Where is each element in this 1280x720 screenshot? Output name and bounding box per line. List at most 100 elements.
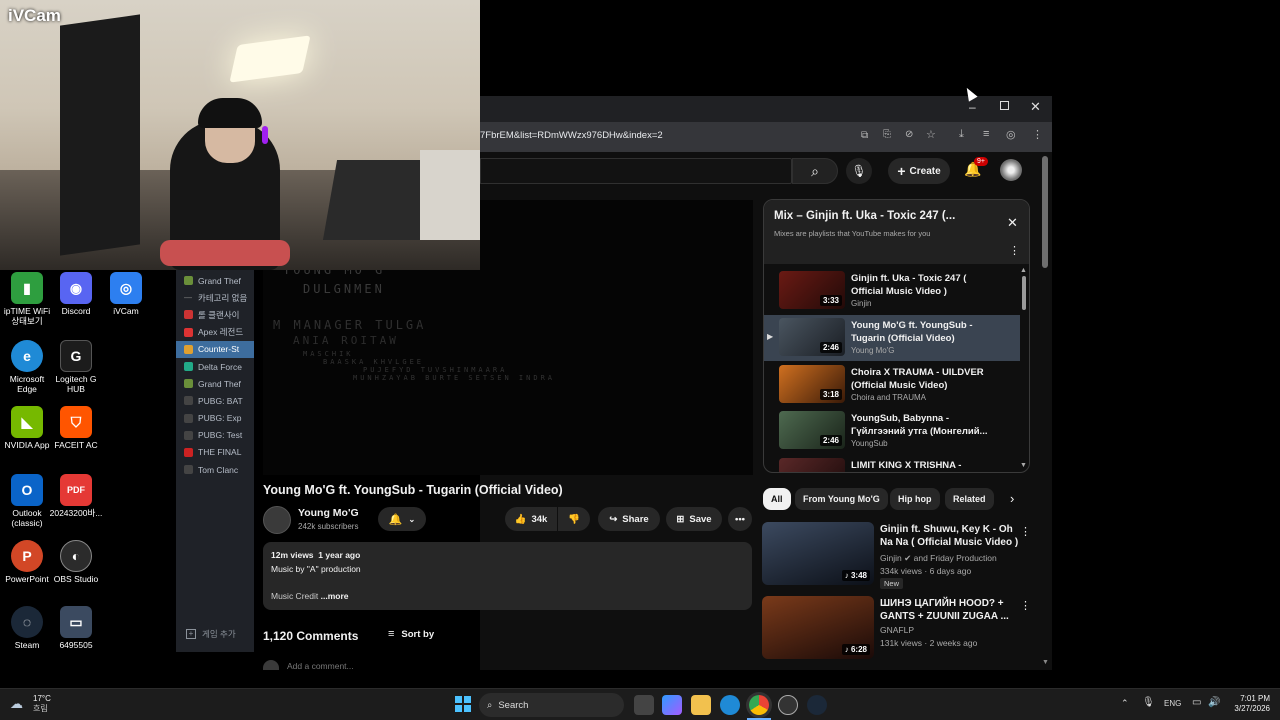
desktop-icon-steam[interactable]: ◌ Steam [0,606,54,651]
browser-menu-icon[interactable]: ⋮ [1032,128,1043,141]
like-button[interactable]: 👍 34k [505,507,557,531]
playlist-item-current[interactable]: ▶ 2:46 Young Mo'G ft. YoungSub - Tugarin… [764,315,1020,361]
share-icon: ↪ [609,513,618,525]
desktop-icon-obs[interactable]: ◐ OBS Studio [49,540,103,585]
playlist-item[interactable]: 3:33 Ginjin ft. Uka - Toxic 247 ( Offici… [764,268,1020,314]
show-more-link[interactable]: ...more [321,591,349,601]
eye-off-icon[interactable]: ⊘ [905,129,913,140]
profile-icon[interactable]: ◎ [1006,128,1016,141]
steam-game-item[interactable]: Grand Thef [176,375,254,392]
desktop-icon-faceit[interactable]: ⛉ FACEIT AC [49,406,103,451]
scroll-up-arrow[interactable]: ▲ [1020,267,1027,274]
steam-game-item[interactable]: THE FINAL [176,444,254,461]
playlist-scrollbar[interactable] [1022,276,1026,310]
page-scrollbar[interactable] [1042,156,1048,268]
chip-from-channel[interactable]: From Young Mo'G [795,488,888,510]
steam-game-item[interactable]: Grand Thef [176,272,254,289]
file-icon: ▭ [60,606,92,638]
steam-game-item[interactable]: 롤 클랜사이 [176,306,254,323]
search-input[interactable] [480,158,792,184]
ivcam-watermark: iVCam [8,6,61,25]
close-button[interactable]: ✕ [1030,99,1041,115]
desktop-icon-iptime[interactable]: ▮ ipTIME WiFi 상태보기 [0,272,54,327]
microphone-icon[interactable]: 🎙 [1142,697,1155,708]
steam-game-item[interactable]: PUBG: Exp [176,410,254,427]
desktop-icon-ghub[interactable]: G Logitech G HUB [49,340,103,395]
steam-game-item[interactable]: Tom Clanc [176,461,254,478]
file-explorer-icon[interactable] [691,695,711,715]
translate-icon[interactable]: ⧉ [861,130,868,141]
scroll-down-arrow[interactable]: ▼ [1020,462,1027,469]
chip-all[interactable]: All [763,488,791,510]
more-actions-button[interactable]: ••• [728,507,752,531]
channel-name[interactable]: Young Mo'G [298,507,359,519]
copilot-icon[interactable] [662,695,682,715]
media-control-icon[interactable]: ≡ [983,128,989,140]
rec-menu-button[interactable]: ⋮ [1020,599,1031,612]
edge-icon[interactable] [720,695,740,715]
desktop-icon-powerpoint[interactable]: P PowerPoint [0,540,54,585]
volume-icon[interactable]: 🔊 [1208,697,1220,708]
rec-menu-button[interactable]: ⋮ [1020,525,1031,538]
search-icon: ⌕ [487,699,493,711]
chrome-icon[interactable] [749,695,769,715]
chevron-up-icon[interactable]: ⌃ [1121,698,1129,709]
recommendation-item[interactable]: ♪ 3:48 Ginjin ft. Shuwu, Key K - Oh Na N… [762,522,1042,590]
network-icon[interactable]: ▭ [1192,697,1201,708]
add-game-button[interactable]: + 게임 추가 [186,628,236,640]
add-comment-input[interactable]: Add a comment... [287,661,354,670]
description-box[interactable]: 12m views 1 year ago Music by "A" produc… [263,542,752,610]
weather-widget[interactable]: 17°C 흐림 [33,694,51,714]
task-view-icon[interactable] [634,695,654,715]
avatar[interactable] [1000,159,1022,181]
desktop-icon-ivcam[interactable]: ◎ iVCam [99,272,153,317]
close-playlist-button[interactable]: ✕ [1007,215,1018,231]
playlist-menu-button[interactable]: ⋮ [1009,244,1020,257]
subscribed-button[interactable]: 🔔 ⌄ [378,507,426,531]
obs-icon[interactable] [778,695,798,715]
minimize-button[interactable]: – [969,100,976,114]
steam-icon[interactable] [807,695,827,715]
desktop-icon-edge[interactable]: e Microsoft Edge [0,340,54,395]
more-vertical-icon: ⋮ [1009,245,1020,257]
steam-category-header[interactable]: — 카테고리 없음 [176,289,254,306]
steam-game-item[interactable]: Apex 레전드 [176,324,254,341]
channel-avatar[interactable] [263,506,291,534]
steam-game-item[interactable]: PUBG: Test [176,427,254,444]
chip-hip-hop[interactable]: Hip hop [890,488,940,510]
search-button[interactable]: ⌕ [792,158,838,184]
save-button[interactable]: ⊞ Save [666,507,722,531]
desktop-icon-discord[interactable]: ◉ Discord [49,272,103,317]
clock[interactable]: 7:01 PM 3/27/2026 [1228,694,1270,714]
voice-search-button[interactable]: 🎙 [846,158,872,184]
share-button[interactable]: ↪ Share [598,507,660,531]
chevron-down-icon: ⌄ [408,514,416,524]
pdf-icon: PDF [60,474,92,506]
page-scroll-down-arrow[interactable]: ▼ [1042,659,1049,666]
playlist-item[interactable]: 3:18 Choira X TRAUMA - UILDVER (Official… [764,362,1020,408]
sort-by-button[interactable]: ≡ Sort by [388,628,434,640]
playlist-item[interactable]: LIMIT KING X TRISHNA - [764,455,1020,472]
download-icon[interactable]: ⤓ [959,128,964,141]
bookmark-star-icon[interactable]: ☆ [926,128,936,141]
steam-game-item-selected[interactable]: Counter-St [176,340,254,358]
user-avatar [263,660,279,670]
steam-game-item[interactable]: PUBG: BAT [176,392,254,409]
chip-related[interactable]: Related [945,488,994,510]
create-button[interactable]: + Create [888,158,950,184]
desktop-icon-nvidia[interactable]: ◣ NVIDIA App [0,406,54,451]
desktop-icon-outlook[interactable]: O Outlook (classic) [0,474,54,529]
url-text[interactable]: 7FbrEM&list=RDmWWzx976DHw&index=2 [480,130,663,141]
taskbar-search[interactable]: ⌕ Search [479,693,624,717]
recommendation-item[interactable]: ♪ 6:28 ШИНЭ ЦАГИЙН HOOD? + GANTS + ZUUNI… [762,596,1042,664]
steam-game-item[interactable]: Delta Force [176,358,254,375]
desktop-icon-pdf[interactable]: PDF 20243200바... [49,474,103,519]
cast-icon[interactable]: ⎘ [883,129,891,140]
desktop-icon-6495505[interactable]: ▭ 6495505 [49,606,103,651]
dislike-button[interactable]: 👎 [558,507,590,531]
maximize-button[interactable] [1000,101,1009,110]
chips-next-button[interactable]: › [1010,491,1014,506]
start-button[interactable] [455,696,471,712]
language-indicator[interactable]: ENG [1164,699,1181,708]
playlist-item[interactable]: 2:46 YoungSub, Babynna - Гүйлгээний утга… [764,408,1020,454]
